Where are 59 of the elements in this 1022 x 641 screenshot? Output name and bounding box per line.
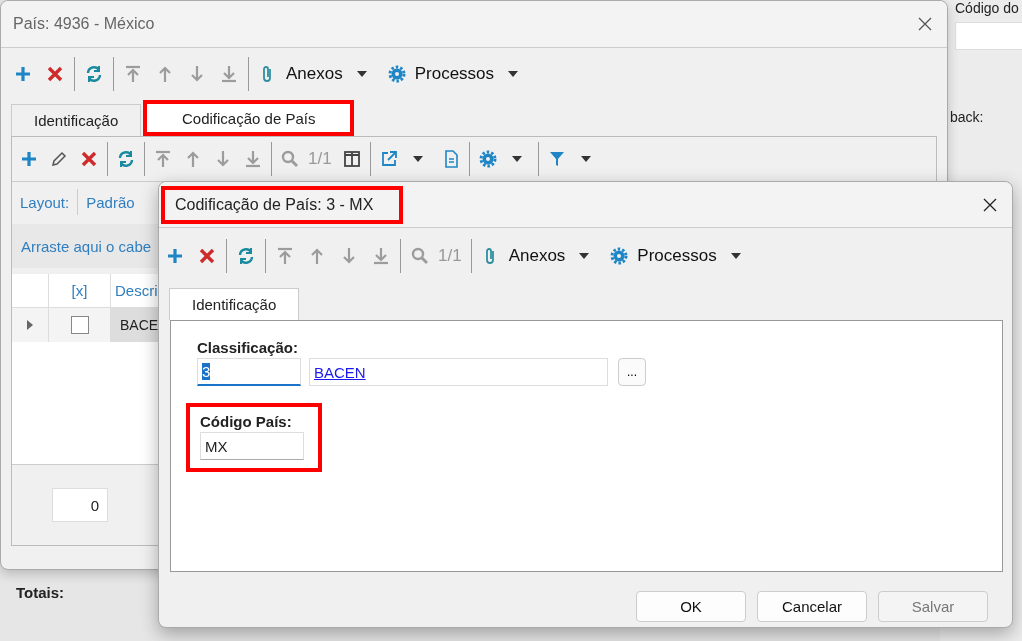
caret-icon bbox=[356, 71, 367, 77]
input-field[interactable]: MX bbox=[200, 432, 304, 460]
arrow-to-top-icon bbox=[123, 64, 143, 84]
group-hint: Arraste aqui o cabe bbox=[21, 237, 152, 255]
cross-icon bbox=[79, 149, 99, 169]
arrow-to-bottom-icon bbox=[219, 64, 239, 84]
processes-button[interactable]: Processos bbox=[603, 240, 755, 272]
input-field[interactable]: 3 bbox=[197, 358, 301, 386]
field-label: Código do bbox=[955, 0, 1019, 16]
pencil-icon bbox=[49, 149, 69, 169]
dialog-button[interactable]: OK bbox=[636, 591, 746, 622]
processes-button[interactable]: Processos bbox=[380, 58, 533, 90]
caret-icon bbox=[511, 156, 522, 162]
count-field: 0 bbox=[52, 488, 108, 522]
search-icon bbox=[280, 149, 300, 169]
caret-icon bbox=[412, 156, 423, 162]
refresh-icon bbox=[236, 246, 256, 266]
arrow-to-top-icon bbox=[275, 246, 295, 266]
arrow-to-bottom-icon bbox=[371, 246, 391, 266]
caret-icon bbox=[579, 253, 590, 259]
arrow-to-top-icon bbox=[153, 149, 173, 169]
input-field[interactable] bbox=[955, 22, 1022, 50]
close-icon[interactable] bbox=[982, 196, 998, 213]
field-label: back: bbox=[950, 109, 984, 125]
window-title: Codificação de País: 3 - MX bbox=[161, 185, 404, 224]
window-title: País: 4936 - México bbox=[13, 15, 155, 33]
layout-label: Layout: bbox=[20, 193, 70, 211]
refresh-icon bbox=[84, 64, 104, 84]
plus-icon bbox=[19, 149, 39, 169]
plus-icon bbox=[165, 246, 185, 266]
checkbox[interactable] bbox=[70, 316, 89, 334]
plus-icon bbox=[13, 64, 33, 84]
layout-dropdown[interactable]: Padrão bbox=[86, 193, 135, 211]
caret-icon bbox=[580, 156, 591, 162]
row-indicator-icon bbox=[27, 320, 33, 330]
tab[interactable]: Identificação bbox=[11, 104, 142, 136]
dialog-button[interactable]: Cancelar bbox=[757, 591, 867, 622]
gear-icon bbox=[386, 64, 407, 84]
caret-icon bbox=[730, 253, 741, 259]
totals-label: Totais: bbox=[16, 584, 65, 601]
refresh-icon bbox=[116, 149, 136, 169]
lookup-button[interactable]: ... bbox=[618, 358, 646, 386]
tab[interactable]: Identificação bbox=[169, 288, 300, 320]
gear-icon bbox=[609, 246, 630, 266]
link[interactable]: BACEN bbox=[314, 363, 366, 381]
column-header[interactable]: [x] bbox=[49, 274, 111, 308]
columns-icon bbox=[341, 149, 362, 169]
field-label: Classificação: bbox=[197, 339, 299, 356]
tab[interactable]: Codificação de País bbox=[143, 100, 355, 136]
cross-icon bbox=[197, 246, 217, 266]
attachments-button[interactable]: Anexos bbox=[474, 240, 604, 272]
arrow-to-bottom-icon bbox=[243, 149, 263, 169]
search-icon bbox=[410, 246, 430, 266]
gear-icon bbox=[477, 149, 498, 169]
close-icon[interactable] bbox=[917, 16, 933, 32]
attachments-button[interactable]: Anexos bbox=[252, 58, 381, 90]
cross-icon bbox=[45, 64, 65, 84]
field-label: Código País: bbox=[200, 413, 293, 430]
caret-icon bbox=[508, 71, 519, 77]
